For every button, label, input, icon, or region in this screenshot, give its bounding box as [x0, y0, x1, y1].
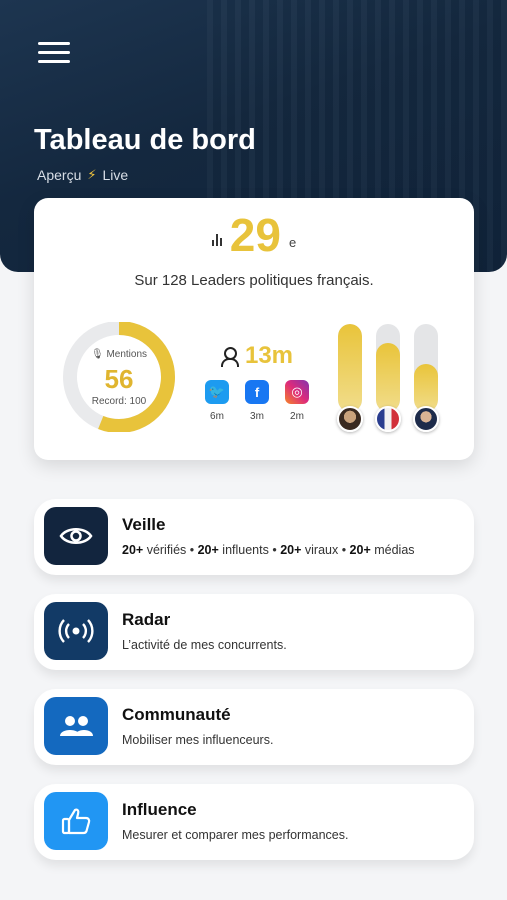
leader-bar-fill	[376, 343, 400, 412]
network-facebook: f 3m	[244, 380, 270, 422]
mentions-gauge[interactable]: 🎙 Mentions 56 Record: 100	[60, 322, 180, 432]
instagram-icon[interactable]: ◎	[285, 380, 309, 404]
leader-bar-fill	[338, 324, 362, 412]
eye-icon	[44, 507, 108, 565]
bolt-icon: ⚡	[87, 167, 97, 182]
twitter-value: 6m	[210, 411, 224, 422]
menu-description: Mesurer et comparer mes performances.	[122, 828, 349, 842]
network-list: 🐦 6m f 3m ◎ 2m	[202, 380, 312, 422]
leader-bar	[338, 324, 362, 412]
leaders-comparison[interactable]	[334, 324, 444, 434]
instagram-value: 2m	[290, 411, 304, 422]
followers-value: 13m	[244, 342, 294, 369]
menu-communaute[interactable]: Communauté Mobiliser mes influenceurs.	[34, 689, 474, 765]
broadcast-icon	[44, 602, 108, 660]
subtitle-live: Live	[102, 167, 129, 183]
ranking: 29 e	[34, 212, 474, 258]
leader-avatar[interactable]	[337, 406, 363, 432]
hamburger-menu-icon[interactable]	[38, 42, 70, 66]
leader-avatar[interactable]	[375, 406, 401, 432]
mentions-label: 🎙 Mentions	[90, 349, 148, 360]
ranking-caption: Sur 128 Leaders politiques français.	[134, 272, 374, 289]
menu-title: Communauté	[122, 705, 231, 724]
menu-influence[interactable]: Influence Mesurer et comparer mes perfor…	[34, 784, 474, 860]
audience-summary: 13m 🐦 6m f 3m ◎ 2m	[202, 342, 312, 422]
menu-description: Mobiliser mes influenceurs.	[122, 733, 274, 747]
stats-card: 29 e Sur 128 Leaders politiques français…	[34, 198, 474, 460]
user-icon	[220, 347, 239, 367]
ranking-position: 29	[229, 209, 281, 261]
leader-avatar[interactable]	[413, 406, 439, 432]
network-instagram: ◎ 2m	[284, 380, 310, 422]
thumbs-up-icon	[44, 792, 108, 850]
leader-bar	[376, 324, 400, 412]
subtitle-overview: Aperçu	[37, 167, 82, 183]
leader-bar-fill	[414, 363, 438, 412]
mentions-value: 56	[104, 364, 134, 394]
menu-title: Influence	[122, 800, 197, 819]
menu-veille[interactable]: Veille 20+ vérifiés • 20+ influents • 20…	[34, 499, 474, 575]
ranking-suffix: e	[288, 235, 297, 250]
network-twitter: 🐦 6m	[204, 380, 230, 422]
group-icon	[44, 697, 108, 755]
mentions-record: Record: 100	[91, 396, 147, 407]
menu-title: Veille	[122, 515, 166, 534]
twitter-icon[interactable]: 🐦	[205, 380, 229, 404]
facebook-icon[interactable]: f	[245, 380, 269, 404]
menu-description: L’activité de mes concurrents.	[122, 638, 287, 652]
page-title: Tableau de bord	[34, 124, 256, 156]
followers-total: 13m	[202, 342, 312, 370]
facebook-value: 3m	[250, 411, 264, 422]
leader-bar	[414, 324, 438, 412]
menu-radar[interactable]: Radar L’activité de mes concurrents.	[34, 594, 474, 670]
menu-title: Radar	[122, 610, 171, 629]
menu-description: 20+ vérifiés • 20+ influents • 20+ virau…	[122, 543, 415, 557]
page-subtitle: Aperçu ⚡ Live	[37, 167, 128, 183]
bar-chart-icon	[211, 232, 222, 246]
